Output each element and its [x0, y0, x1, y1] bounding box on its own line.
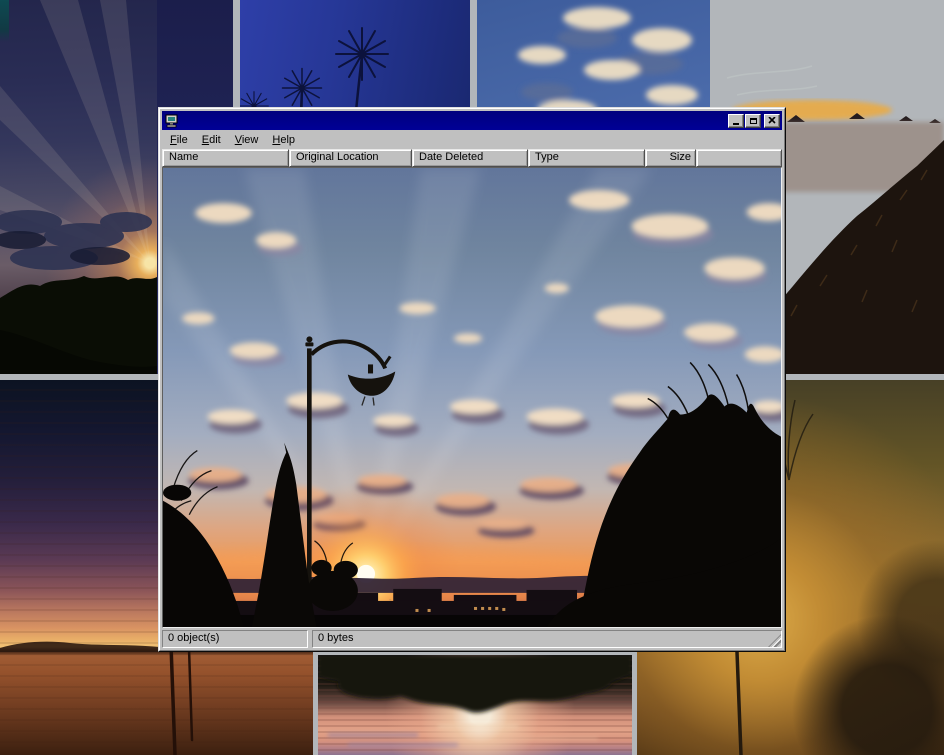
column-header[interactable]: Original Location — [289, 149, 412, 167]
column-header[interactable]: Name — [162, 149, 289, 167]
window-frame: FileEditViewHelp NameOriginal LocationDa… — [159, 108, 785, 651]
menu-item[interactable]: File — [163, 132, 195, 148]
maximize-icon — [750, 118, 757, 124]
menu-bar: FileEditViewHelp — [162, 130, 782, 149]
column-header[interactable]: Type — [528, 149, 645, 167]
status-object-count: 0 object(s) — [162, 630, 308, 648]
maximize-button[interactable] — [745, 114, 761, 128]
status-byte-count: 0 bytes — [312, 630, 782, 648]
column-header[interactable]: Size — [645, 149, 696, 167]
close-icon — [768, 117, 776, 124]
menu-item[interactable]: Help — [265, 132, 302, 148]
menu-item[interactable]: Edit — [195, 132, 228, 148]
column-header[interactable]: Date Deleted — [412, 149, 528, 167]
computer-icon[interactable] — [165, 114, 179, 128]
menu-item[interactable]: View — [228, 132, 266, 148]
status-bar: 0 object(s) 0 bytes — [162, 630, 782, 648]
column-header[interactable] — [696, 149, 782, 167]
titlebar[interactable] — [162, 111, 782, 130]
minimize-icon — [733, 123, 739, 125]
sunset-rays-photo-art — [0, 0, 157, 374]
photo-sunset-rays-over-trees — [0, 0, 157, 374]
minimize-button[interactable] — [728, 114, 744, 128]
sunset-streetlamp-photo — [163, 168, 781, 627]
column-header-row: NameOriginal LocationDate DeletedTypeSiz… — [162, 149, 782, 167]
water-reflection-art — [318, 655, 632, 755]
photo-water-reflection — [318, 655, 632, 755]
file-list-area[interactable] — [162, 167, 782, 628]
close-button[interactable] — [764, 114, 780, 128]
recycle-bin-window: FileEditViewHelp NameOriginal LocationDa… — [158, 107, 786, 652]
